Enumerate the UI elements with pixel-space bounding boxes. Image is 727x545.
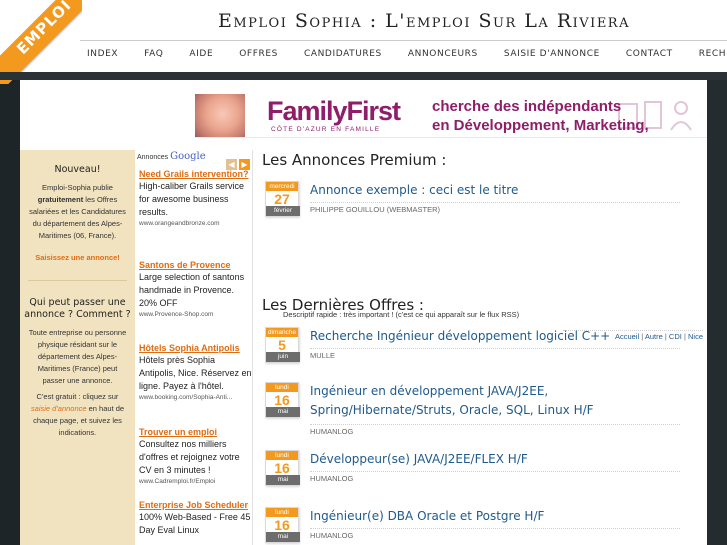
calendar-month: mai: [266, 475, 300, 485]
calendar-date: 16: [274, 517, 290, 533]
category-link[interactable]: Nice: [688, 332, 703, 341]
ad-body: Large selection of santons handmade in P…: [139, 272, 245, 308]
right-edge: [707, 80, 727, 545]
main-nav: INDEX FAQ AIDE OFFRES CANDIDATURES ANNON…: [74, 49, 727, 59]
offer-author: MULLE: [310, 348, 680, 360]
gratuit-text-1: C'est gratuit : cliquez sur: [36, 392, 119, 401]
offer-title[interactable]: Développeur(se) JAVA/J2EE/FLEX H/F: [310, 450, 680, 469]
calendar-month: mai: [266, 407, 300, 417]
calendar-icon: lundi 16 mai: [265, 382, 300, 418]
nav-faq[interactable]: FAQ: [131, 49, 176, 59]
banner-icons: [618, 101, 692, 131]
calendar-month: mai: [266, 532, 300, 542]
calendar-icon: lundi 16 mai: [265, 450, 300, 486]
calendar-date: 5: [278, 337, 286, 353]
nav-contact[interactable]: CONTACT: [613, 49, 686, 59]
nav-candidatures[interactable]: CANDIDATURES: [291, 49, 395, 59]
google-logo: Google: [170, 151, 206, 162]
header: EMPLOI Emploi Sophia : L'emploi Sur La R…: [0, 0, 727, 84]
ad-title[interactable]: Enterprise Job Scheduler: [139, 499, 253, 511]
gratuit-text: C'est gratuit : cliquez sur saisie d'ann…: [20, 391, 135, 439]
nav-annonceurs[interactable]: ANNONCEURS: [395, 49, 491, 59]
baby-photo: [195, 94, 245, 137]
calendar-icon: lundi 16 mai: [265, 507, 300, 543]
premium-item-author: PHILIPPE GOUILLOU (WEBMASTER): [310, 202, 680, 214]
ad-body: 100% Web-Based - Free 45 Day Eval Linux: [139, 512, 251, 535]
offer-author: HUMANLOG: [310, 528, 680, 540]
ad-url[interactable]: www.orangeandbronze.com: [139, 219, 253, 228]
calendar-month: juin: [266, 352, 300, 362]
calendar-icon: dimanche 5 juin: [265, 327, 300, 363]
ad-body: Hôtels près Sophia Antipolis, Nice. Rése…: [139, 355, 252, 391]
offres-heading: Les Dernières Offres :: [262, 296, 424, 314]
ad-item[interactable]: Santons de Provence Large selection of s…: [139, 259, 253, 319]
ad-title[interactable]: Trouver un emploi: [139, 426, 253, 438]
ad-url[interactable]: www.Cadremploi.fr/Emploi: [139, 477, 253, 486]
offer-title[interactable]: Recherche Ingénieur développement logici…: [310, 327, 680, 346]
ad-item[interactable]: Need Grails intervention? High-caliber G…: [139, 168, 253, 228]
nav-offres[interactable]: OFFRES: [226, 49, 291, 59]
calendar-date: 16: [274, 392, 290, 408]
familyfirst-subtitle: CÔTE D'AZUR EN FAMILLE: [271, 126, 381, 133]
nouveau-heading: Nouveau!: [54, 164, 101, 175]
calendar-month: février: [266, 206, 300, 216]
calendar-day: mercredi: [266, 182, 298, 191]
qui-heading: Qui peut passer une annonce ? Comment ?: [24, 297, 131, 320]
calendar-date: 27: [274, 191, 290, 207]
calendar-icon: mercredi 27 février: [265, 181, 300, 217]
ads-brand[interactable]: Annonces Google: [137, 151, 206, 162]
familyfirst-logo: FamilyFirst: [267, 96, 401, 126]
calendar-day: lundi: [266, 451, 298, 460]
calendar-day: lundi: [266, 383, 298, 392]
calendar-date: 16: [274, 460, 290, 476]
content-area: FamilyFirst CÔTE D'AZUR EN FAMILLE cherc…: [20, 80, 707, 545]
header-band: [0, 72, 727, 80]
offer-author: HUMANLOG: [310, 471, 680, 483]
nouveau-text-bold: gratuitement: [37, 195, 84, 204]
qui-text: Toute entreprise ou personne physique ré…: [28, 328, 127, 385]
familyfirst-banner[interactable]: FamilyFirst CÔTE D'AZUR EN FAMILLE cherc…: [195, 94, 707, 138]
offer-author: HUMANLOG: [310, 424, 680, 436]
ad-body: High-caliber Grails service for awesome …: [139, 181, 245, 217]
ad-url[interactable]: www.Provence-Shop.com: [139, 310, 253, 319]
sidebar-divider: [28, 280, 127, 281]
ad-url[interactable]: www.booking.com/Sophia-Anti...: [139, 393, 253, 402]
ad-title[interactable]: Need Grails intervention?: [139, 168, 253, 180]
left-sidebar: Nouveau! Emploi-Sophia publie gratuiteme…: [20, 150, 135, 545]
nav-index[interactable]: INDEX: [74, 49, 131, 59]
ad-item[interactable]: Trouver un emploi Consultez nos milliers…: [139, 426, 253, 486]
offer-title[interactable]: Ingénieur en développement JAVA/J2EE, Sp…: [310, 382, 680, 420]
ad-body: Consultez nos milliers d'offres et rejoi…: [139, 439, 240, 475]
nav-saisie-annonce[interactable]: SAISIE D'ANNONCE: [491, 49, 613, 59]
calendar-day: lundi: [266, 508, 298, 517]
ad-item[interactable]: Hôtels Sophia Antipolis Hôtels près Soph…: [139, 342, 253, 402]
nouveau-text: Emploi-Sophia publie gratuitement les Of…: [20, 182, 135, 242]
ad-item[interactable]: Enterprise Job Scheduler 100% Web-Based …: [139, 499, 253, 537]
saisissez-link[interactable]: Saisissez une annonce!: [20, 252, 135, 264]
premium-heading: Les Annonces Premium :: [262, 151, 447, 169]
ad-title[interactable]: Hôtels Sophia Antipolis: [139, 342, 253, 354]
header-divider: [80, 40, 727, 41]
premium-item-title[interactable]: Annonce exemple : ceci est le titre: [310, 181, 680, 200]
calendar-day: dimanche: [266, 328, 298, 337]
main-column: Les Annonces Premium : mercredi 27 févri…: [252, 150, 707, 545]
nav-aide[interactable]: AIDE: [176, 49, 226, 59]
google-ads: Annonces Google ◀ ▶ Need Grails intervent…: [136, 150, 252, 545]
ribbon-text: EMPLOI: [13, 0, 75, 58]
ads-brand-prefix: Annonces: [137, 154, 169, 161]
site-title[interactable]: Emploi Sophia : L'emploi Sur La Riviera: [218, 10, 630, 32]
banner-line-1: cherche des indépendants: [432, 98, 622, 115]
nav-recherche[interactable]: RECHERCHE: [686, 49, 727, 59]
ad-title[interactable]: Santons de Provence: [139, 259, 253, 271]
nouveau-text-1: Emploi-Sophia publie: [42, 183, 113, 192]
saisie-annonce-link[interactable]: saisie d'annonce: [31, 404, 87, 413]
offer-title[interactable]: Ingénieur(e) DBA Oracle et Postgre H/F: [310, 507, 680, 526]
